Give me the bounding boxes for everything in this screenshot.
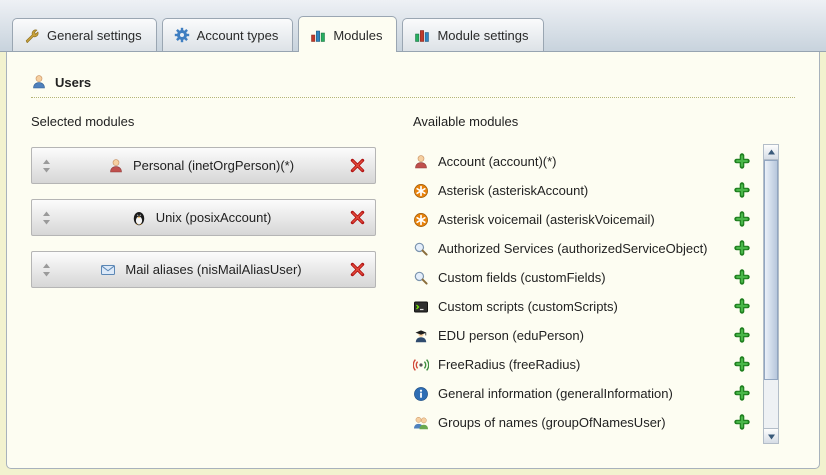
available-module-label: Custom scripts (customScripts) — [438, 299, 734, 314]
available-module-row: General information (generalInformation) — [413, 379, 763, 408]
delete-icon — [349, 209, 366, 226]
add-module-button[interactable] — [734, 298, 751, 315]
add-module-button[interactable] — [734, 385, 751, 402]
penguin-icon — [131, 210, 147, 226]
selected-module-row[interactable]: Personal (inetOrgPerson)(*) — [31, 147, 376, 184]
available-module-row: EDU person (eduPerson) — [413, 321, 763, 350]
available-module-label: FreeRadius (freeRadius) — [438, 357, 734, 372]
selected-modules-list: Personal (inetOrgPerson)(*) Unix (posixAc… — [31, 147, 413, 288]
gear-icon — [174, 27, 190, 43]
remove-module-button[interactable] — [349, 261, 366, 278]
available-module-row: Asterisk voicemail (asteriskVoicemail) — [413, 205, 763, 234]
drag-icon[interactable] — [41, 263, 53, 277]
available-module-label: EDU person (eduPerson) — [438, 328, 734, 343]
available-module-label: Authorized Services (authorizedServiceOb… — [438, 241, 734, 256]
selected-modules-heading: Selected modules — [31, 114, 413, 129]
tab-label: Module settings — [437, 28, 528, 43]
scroll-up-icon — [767, 148, 776, 157]
drag-icon[interactable] — [41, 211, 53, 225]
scroll-up-button[interactable] — [764, 145, 778, 160]
mail-icon — [100, 262, 116, 278]
edu-icon — [413, 328, 429, 344]
available-module-label: General information (generalInformation) — [438, 386, 734, 401]
modules-panel: Users Selected modules Personal (inetOrg… — [6, 52, 820, 469]
selected-module-label: Mail aliases (nisMailAliasUser) — [125, 262, 301, 277]
info-icon — [413, 386, 429, 402]
remove-module-button[interactable] — [349, 209, 366, 226]
add-icon — [734, 327, 750, 344]
magnifier-icon — [413, 270, 429, 286]
add-module-button[interactable] — [734, 327, 751, 344]
available-module-row: Custom scripts (customScripts) — [413, 292, 763, 321]
add-icon — [734, 385, 750, 402]
add-module-button[interactable] — [734, 269, 751, 286]
remove-module-button[interactable] — [349, 157, 366, 174]
asterisk-icon — [413, 183, 429, 199]
available-modules-scrollbar[interactable] — [763, 144, 779, 444]
add-icon — [734, 298, 750, 315]
add-icon — [734, 356, 750, 373]
magnifier-icon — [413, 241, 429, 257]
add-icon — [734, 414, 750, 431]
tab-label: Modules — [333, 28, 382, 43]
tab-label: General settings — [47, 28, 142, 43]
available-module-label: Groups of names (groupOfNamesUser) — [438, 415, 734, 430]
available-module-label: Asterisk (asteriskAccount) — [438, 183, 734, 198]
available-module-row: Groups of names (groupOfNamesUser) — [413, 408, 763, 437]
add-icon — [734, 240, 750, 257]
delete-icon — [349, 261, 366, 278]
tab-general-settings[interactable]: General settings — [12, 18, 157, 51]
add-module-button[interactable] — [734, 356, 751, 373]
add-module-button[interactable] — [734, 240, 751, 257]
tab-module-settings[interactable]: Module settings — [402, 18, 543, 51]
scrollbar-thumb[interactable] — [764, 160, 778, 380]
available-module-label: Custom fields (customFields) — [438, 270, 734, 285]
add-icon — [734, 269, 750, 286]
tab-bar: General settings Account types Modules M… — [0, 0, 826, 52]
section-title: Users — [55, 75, 91, 90]
script-icon — [413, 299, 429, 315]
add-icon — [734, 211, 750, 228]
available-module-row: Account (account)(*) — [413, 147, 763, 176]
selected-module-row[interactable]: Unix (posixAccount) — [31, 199, 376, 236]
scrollbar-track[interactable] — [764, 160, 778, 428]
person-icon — [108, 158, 124, 174]
selected-module-label: Unix (posixAccount) — [156, 210, 272, 225]
available-module-label: Account (account)(*) — [438, 154, 734, 169]
available-modules-heading: Available modules — [413, 114, 763, 129]
tab-modules[interactable]: Modules — [298, 16, 397, 52]
available-module-row: Asterisk (asteriskAccount) — [413, 176, 763, 205]
add-icon — [734, 182, 750, 199]
tools-icon — [24, 27, 40, 43]
available-module-row: Authorized Services (authorizedServiceOb… — [413, 234, 763, 263]
available-modules-list: Account (account)(*) Asterisk (asteriskAc… — [413, 147, 763, 437]
drag-icon[interactable] — [41, 159, 53, 173]
group-icon — [413, 415, 429, 431]
user-icon — [31, 74, 47, 90]
add-module-button[interactable] — [734, 182, 751, 199]
person-icon — [413, 154, 429, 170]
selected-module-row[interactable]: Mail aliases (nisMailAliasUser) — [31, 251, 376, 288]
scroll-down-button[interactable] — [764, 428, 778, 443]
delete-icon — [349, 157, 366, 174]
tab-label: Account types — [197, 28, 279, 43]
add-module-button[interactable] — [734, 414, 751, 431]
add-module-button[interactable] — [734, 211, 751, 228]
section-users: Users — [31, 74, 795, 98]
radius-icon — [413, 357, 429, 373]
add-module-button[interactable] — [734, 153, 751, 170]
module-settings-icon — [414, 27, 430, 43]
selected-module-label: Personal (inetOrgPerson)(*) — [133, 158, 294, 173]
modules-icon — [310, 27, 326, 43]
available-module-row: FreeRadius (freeRadius) — [413, 350, 763, 379]
available-module-row: Custom fields (customFields) — [413, 263, 763, 292]
asterisk-icon — [413, 212, 429, 228]
add-icon — [734, 153, 750, 170]
available-module-label: Asterisk voicemail (asteriskVoicemail) — [438, 212, 734, 227]
scroll-down-icon — [767, 432, 776, 441]
tab-account-types[interactable]: Account types — [162, 18, 294, 51]
